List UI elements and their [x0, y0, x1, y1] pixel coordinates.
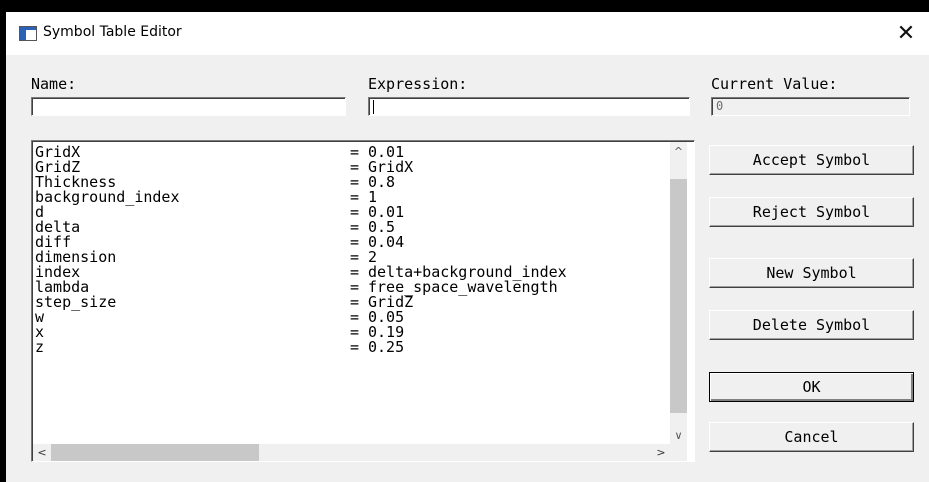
current-value-field: 0 [711, 97, 910, 116]
cancel-button[interactable]: Cancel [709, 422, 914, 452]
window-title: Symbol Table Editor [43, 24, 182, 40]
close-icon[interactable]: ✕ [883, 12, 929, 55]
app-window-icon [19, 26, 37, 41]
scroll-up-icon[interactable]: ^ [670, 142, 687, 160]
expression-input[interactable] [368, 97, 690, 116]
name-input[interactable] [31, 97, 346, 116]
current-value-label: Current Value: [711, 75, 838, 93]
symbol-list[interactable]: GridX = 0.01 GridZ = GridX Thickness = 0.8 backgr… [31, 140, 695, 462]
symbol-value: 0.25 [368, 338, 405, 356]
scroll-right-icon[interactable]: > [652, 444, 670, 461]
symbol-name: z [35, 338, 45, 356]
ok-button[interactable]: OK [709, 372, 914, 402]
horizontal-scrollbar[interactable]: < > [33, 444, 670, 461]
symbol-name: step_size [35, 293, 117, 311]
scroll-down-icon[interactable]: ∨ [670, 426, 687, 444]
vertical-scrollbar[interactable]: ^ ∨ [670, 142, 687, 444]
scroll-left-icon[interactable]: < [33, 444, 51, 461]
horizontal-scroll-thumb[interactable] [51, 444, 259, 461]
new-symbol-button[interactable]: New Symbol [709, 258, 914, 288]
reject-symbol-button[interactable]: Reject Symbol [709, 197, 914, 227]
vertical-scroll-thumb[interactable] [670, 179, 687, 413]
symbol-equals: = [350, 338, 360, 356]
expression-label: Expression: [368, 75, 468, 93]
symbol-name: background_index [35, 188, 180, 206]
title-bar: Symbol Table Editor ✕ [6, 12, 929, 55]
symbol-table-editor-window: Symbol Table Editor ✕ Name: Expression: … [6, 12, 929, 482]
accept-symbol-button[interactable]: Accept Symbol [709, 145, 914, 175]
scrollbar-corner [670, 444, 687, 461]
delete-symbol-button[interactable]: Delete Symbol [709, 310, 914, 340]
name-label: Name: [31, 75, 77, 93]
